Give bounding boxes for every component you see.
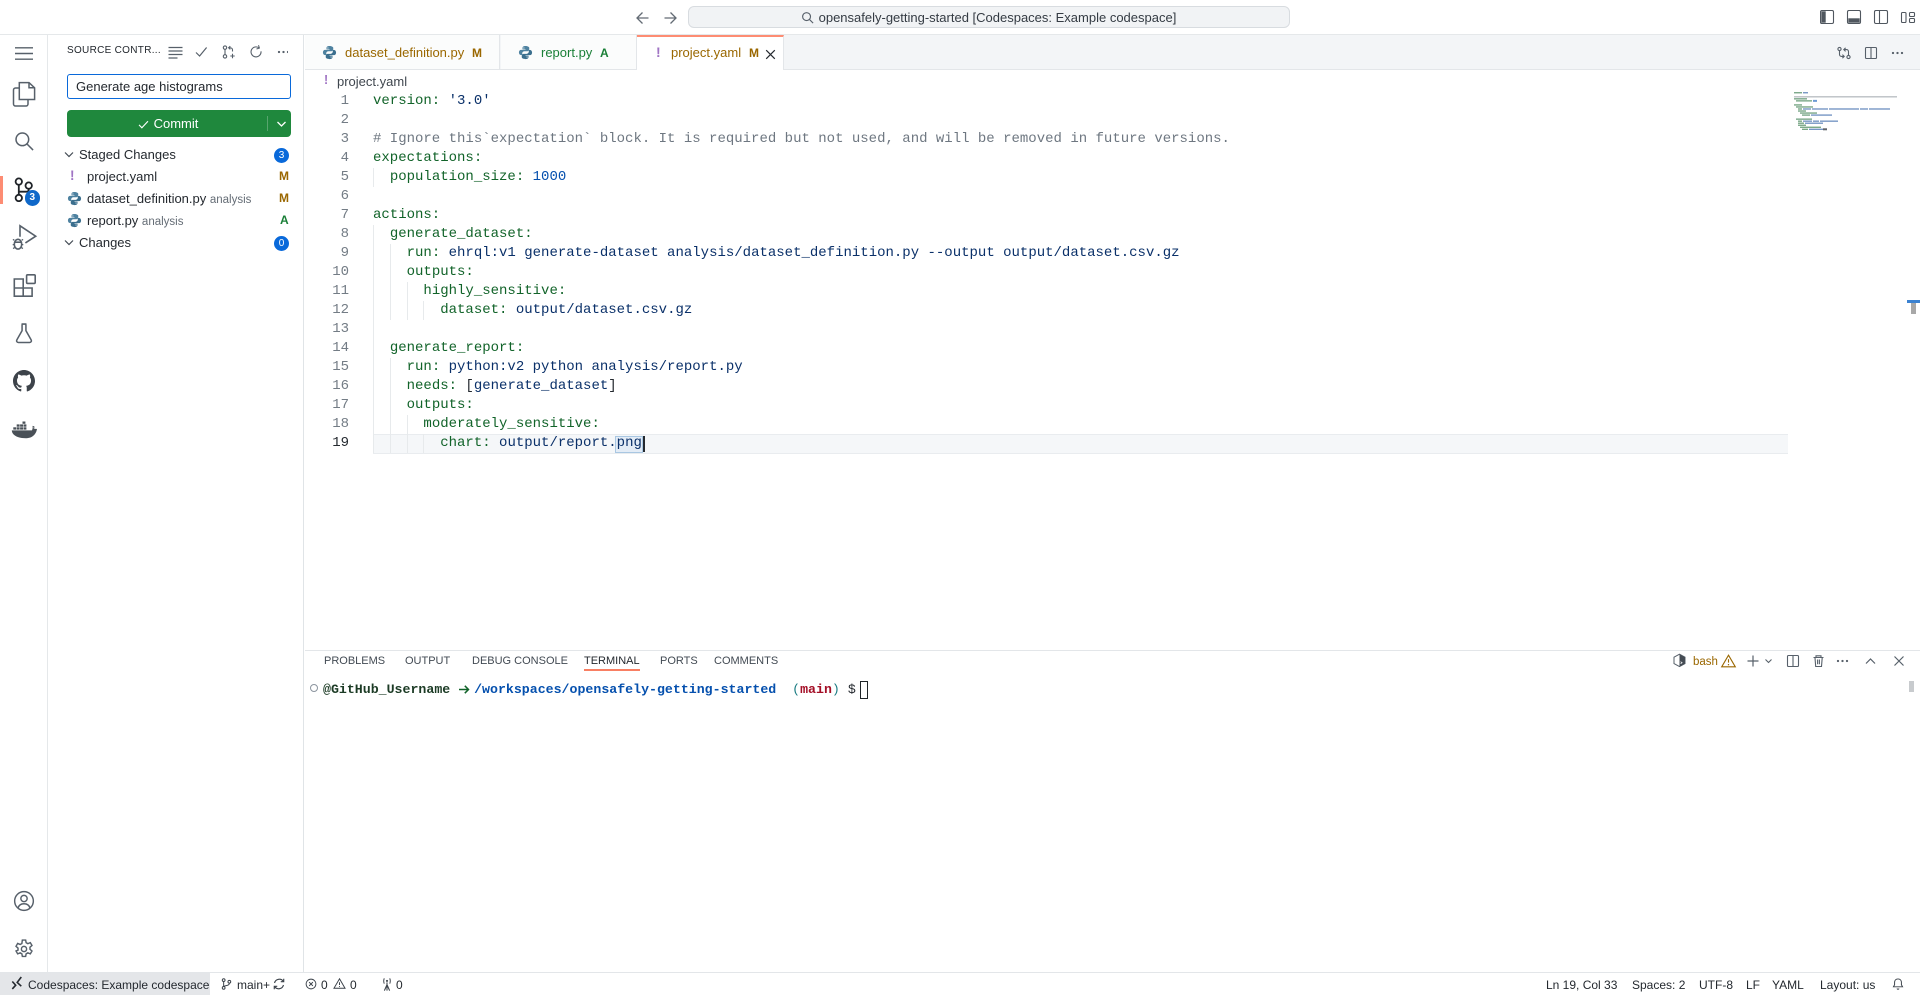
svg-text:bash: bash (1693, 656, 1718, 668)
